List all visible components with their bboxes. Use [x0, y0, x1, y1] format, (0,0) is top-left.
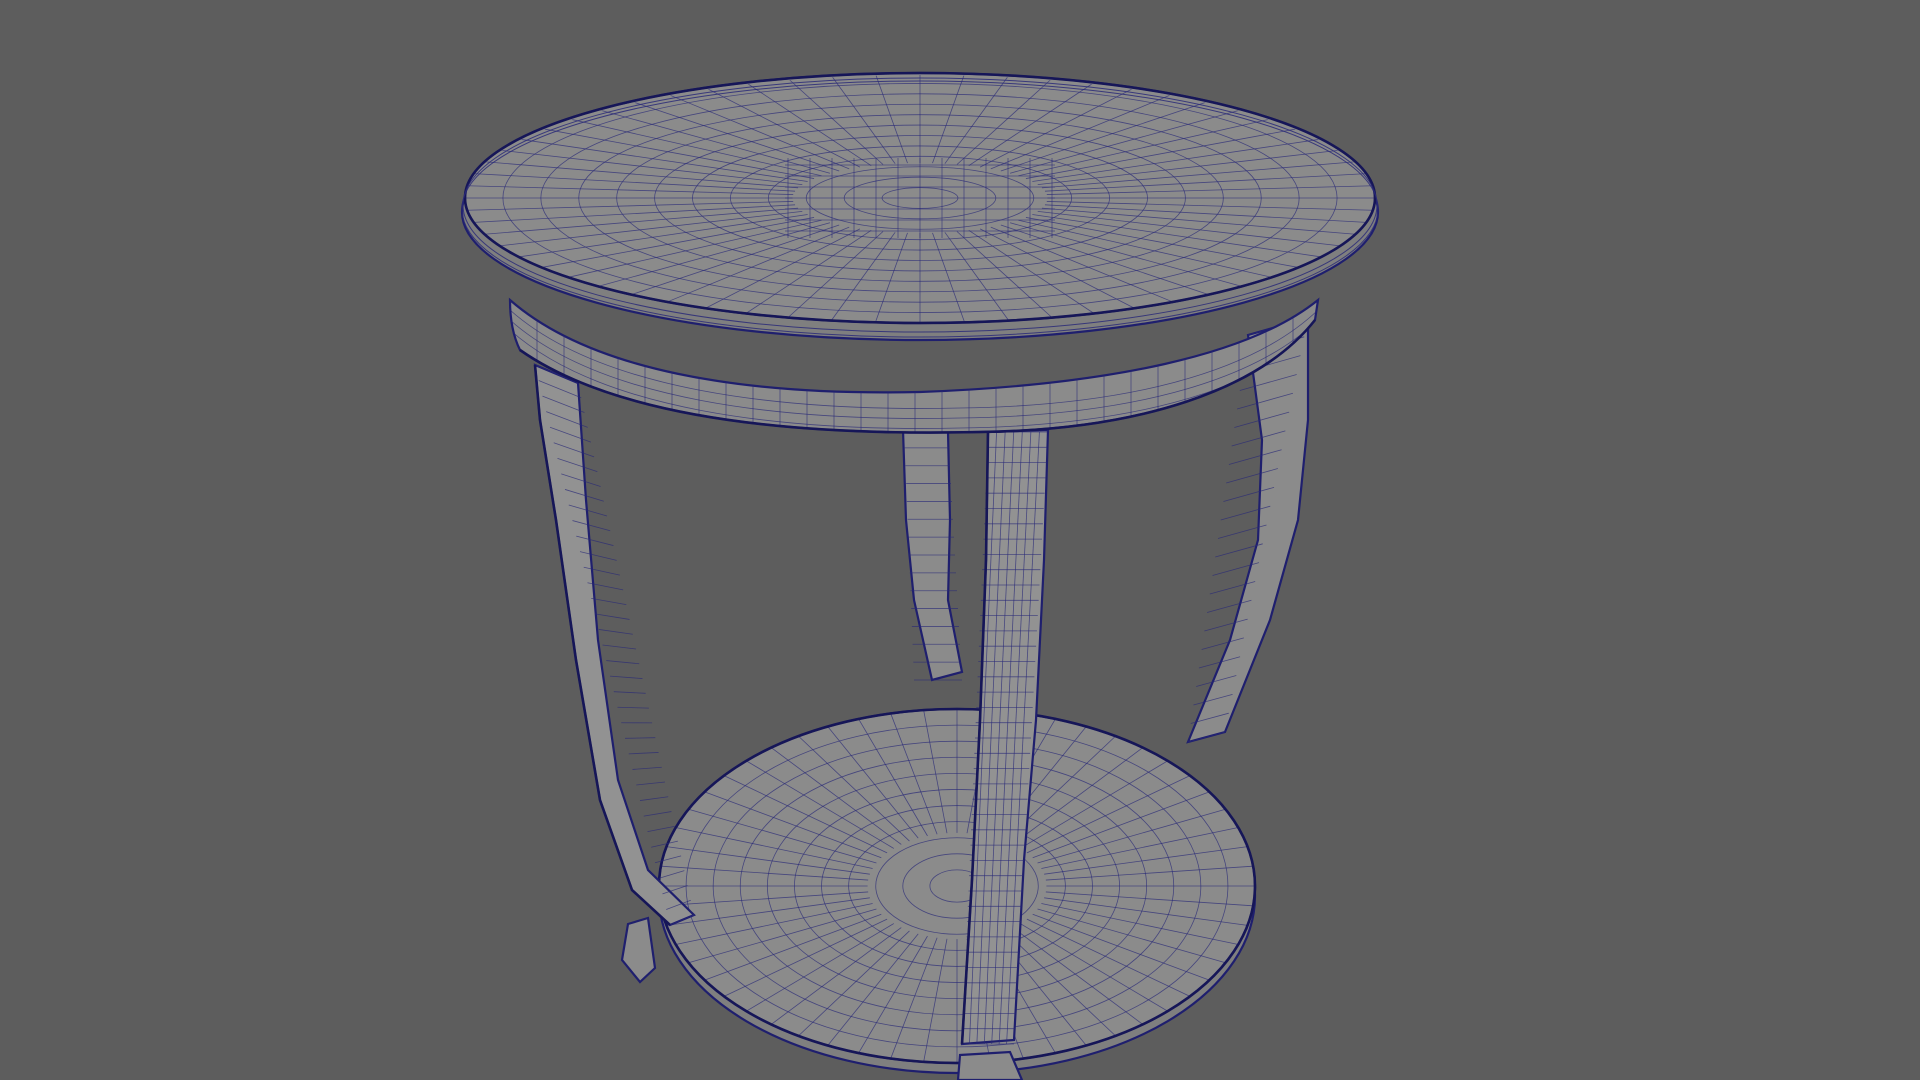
3d-viewport[interactable]	[0, 0, 1920, 1080]
side-table-model[interactable]	[0, 0, 1920, 1080]
foot-center	[956, 1050, 1024, 1080]
foot-left	[620, 916, 657, 984]
lower-shelf	[657, 707, 1257, 1075]
table-top	[460, 71, 1380, 342]
